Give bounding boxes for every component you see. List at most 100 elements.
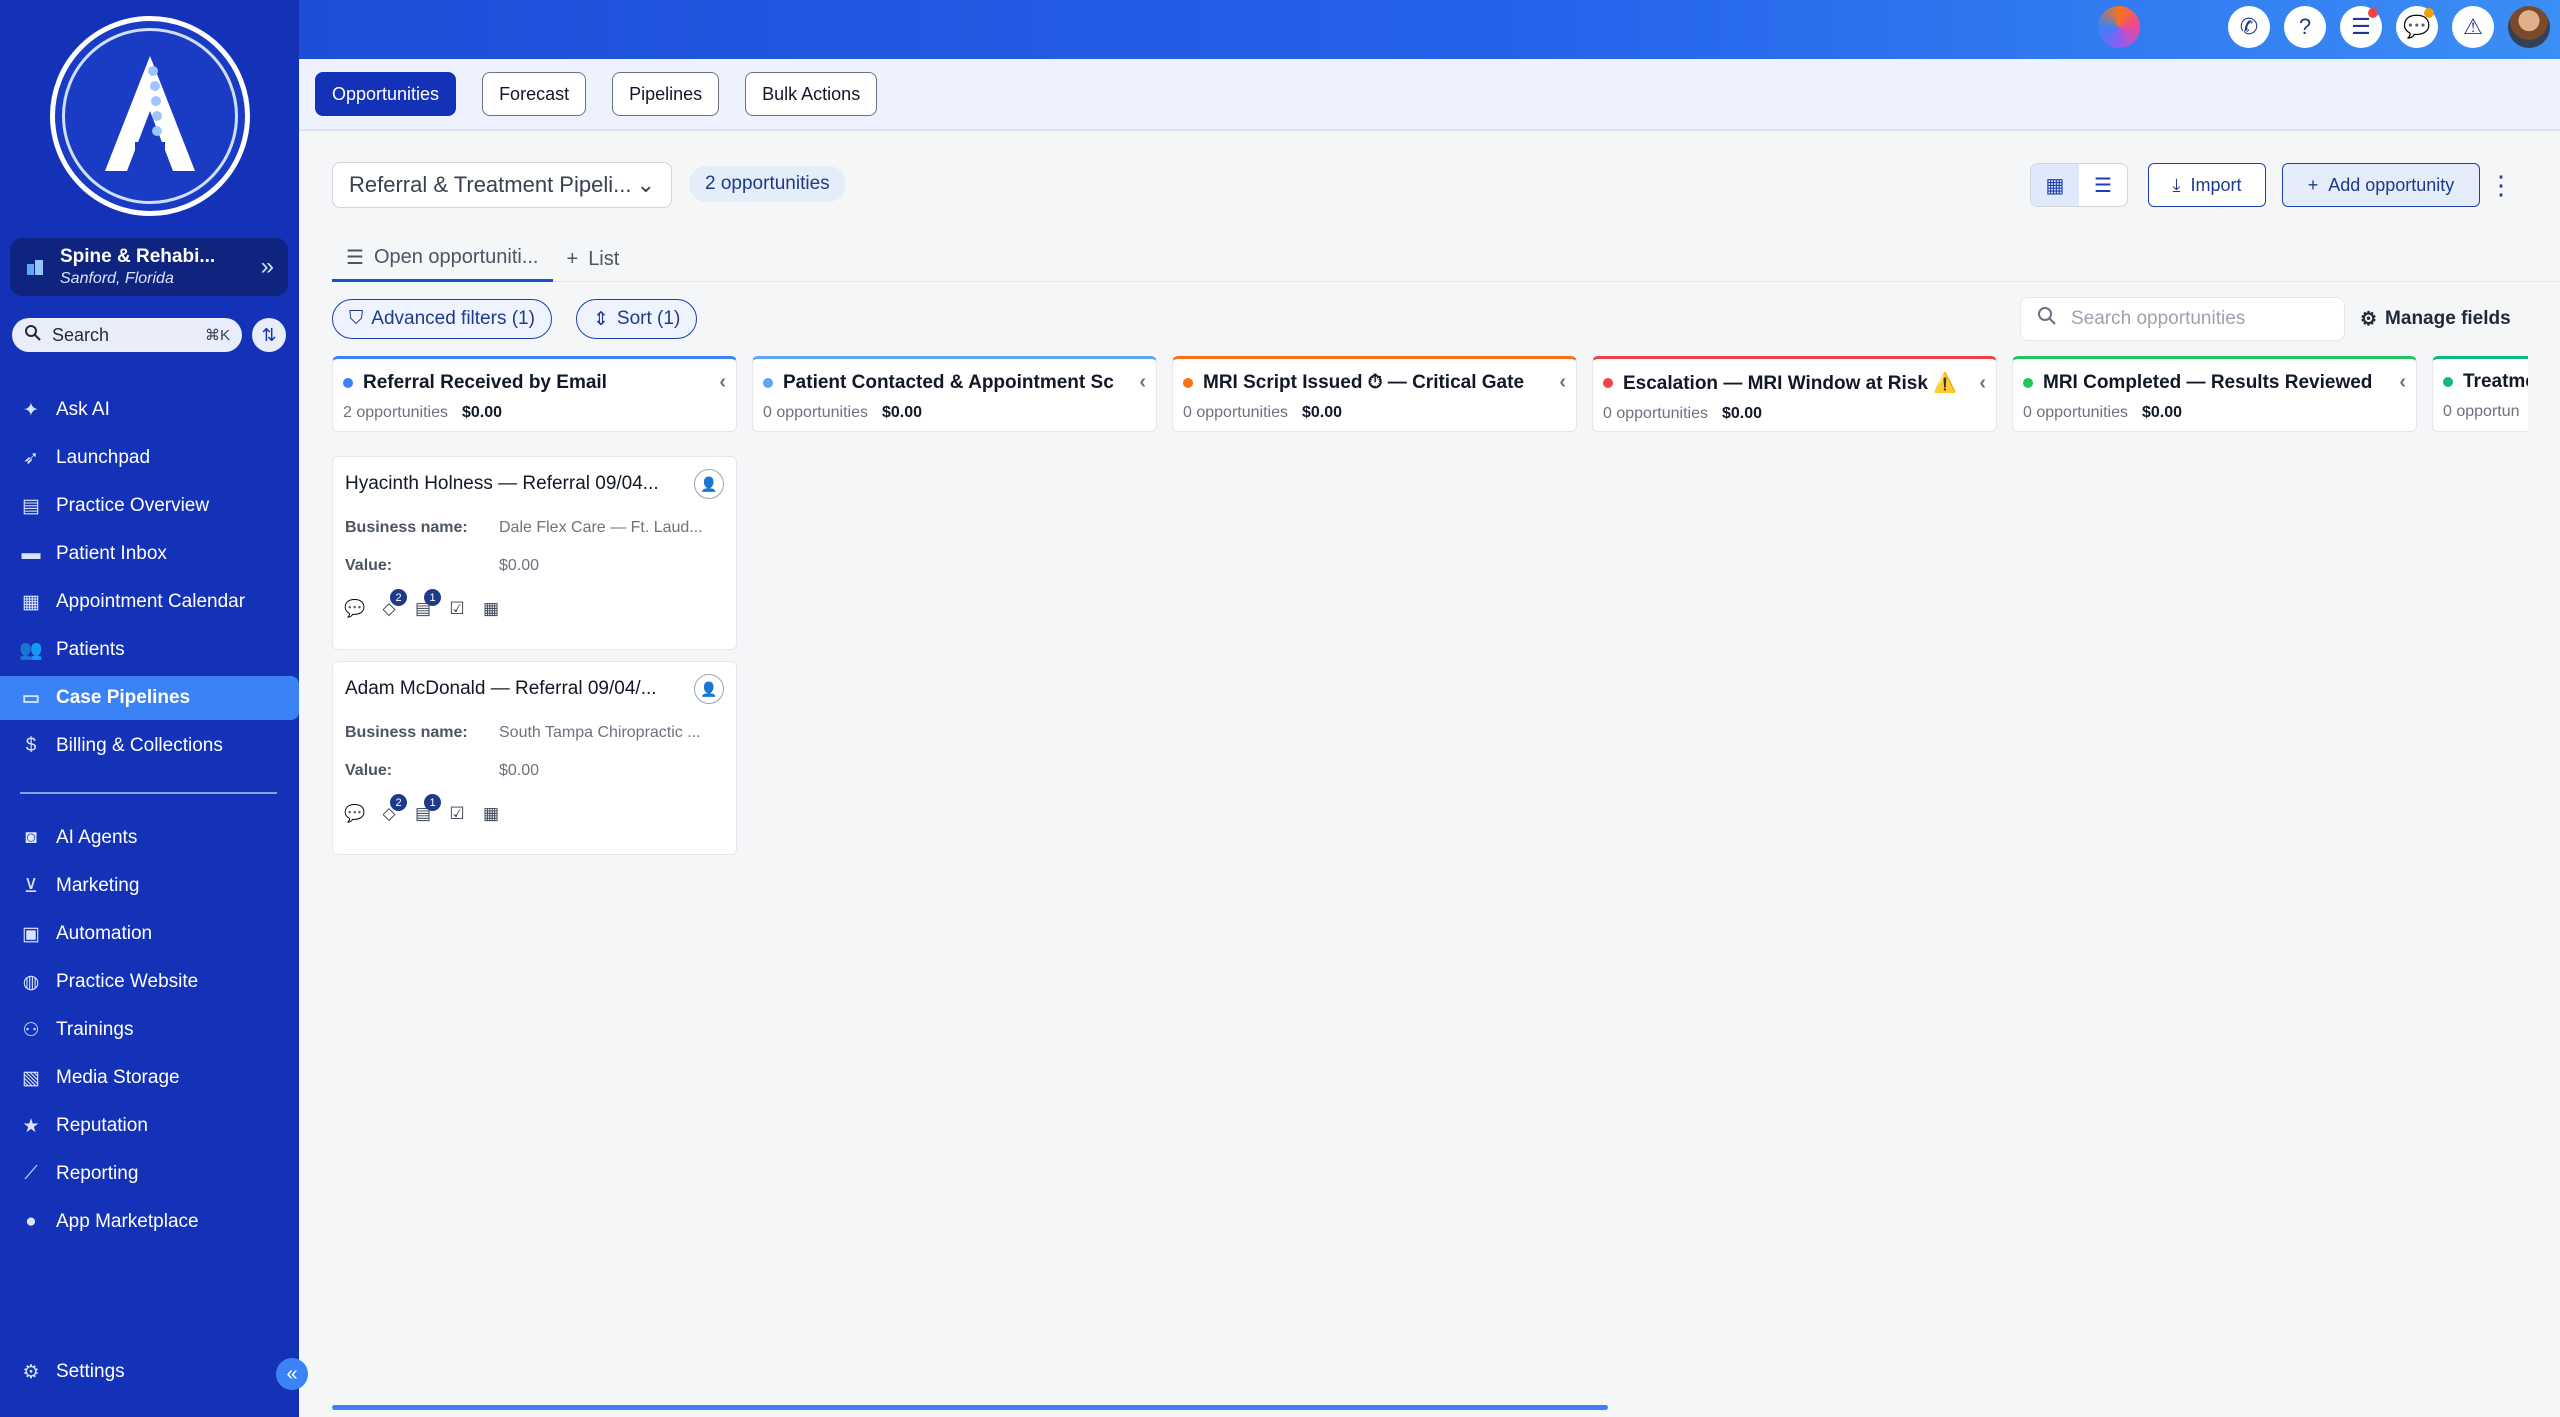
chevron-left-icon[interactable]: ‹ [1139, 371, 1146, 394]
sidebar-item-reporting[interactable]: ⟋ Reporting [0, 1152, 299, 1196]
sidebar-item-label: AI Agents [56, 827, 138, 848]
sidebar-item-billing[interactable]: $ Billing & Collections [0, 724, 299, 768]
gear-icon: ⚙ [22, 1361, 40, 1383]
sidebar-item-patient-inbox[interactable]: ▬ Patient Inbox [0, 532, 299, 576]
note-icon[interactable]: ▤ 1 [413, 794, 441, 824]
location-switcher[interactable]: Spine & Rehabi... Sanford, Florida » [10, 238, 288, 296]
app-switcher-icon[interactable] [2098, 6, 2140, 48]
messages-icon[interactable]: 💬 [2396, 6, 2438, 48]
sidebar-item-automation[interactable]: ▣ Automation [0, 912, 299, 956]
import-button[interactable]: ⤓ Import [2148, 163, 2266, 207]
task-icon[interactable]: ☑ [447, 599, 467, 619]
chevron-left-icon[interactable]: ‹ [719, 371, 726, 394]
tag-icon[interactable]: ◇ 2 [379, 794, 407, 824]
chevron-left-icon[interactable]: ‹ [2399, 371, 2406, 394]
tab-opportunities[interactable]: Opportunities [315, 72, 457, 116]
sidebar-item-settings[interactable]: ⚙ Settings [0, 1350, 299, 1394]
business-name-value: South Tampa Chiropractic ... [499, 724, 701, 741]
sidebar-item-label: Patient Inbox [56, 543, 167, 564]
tab-bulk-actions[interactable]: Bulk Actions [745, 72, 878, 116]
list-view-icon[interactable]: ☰ [2079, 164, 2127, 206]
column-value: $0.00 [881, 404, 923, 421]
add-opportunity-button[interactable]: + Add opportunity [2282, 163, 2480, 207]
sidebar-item-practice-website[interactable]: ◍ Practice Website [0, 960, 299, 1004]
note-count-badge: 1 [424, 794, 441, 811]
sort-label: Sort (1) [616, 308, 681, 329]
tab-forecast[interactable]: Forecast [482, 72, 587, 116]
column-header[interactable]: Escalation — MRI Window at Risk ⚠️ ‹ 0 op… [1592, 356, 1997, 432]
column-header[interactable]: MRI Completed — Results Reviewed ‹ 0 oppo… [2012, 356, 2417, 432]
comment-icon[interactable]: 💬 [344, 804, 365, 824]
task-icon[interactable]: ☑ [447, 804, 467, 824]
tag-icon[interactable]: ◇ 2 [379, 589, 407, 619]
column-header[interactable]: Referral Received by Email ‹ 2 opportunit… [332, 356, 737, 432]
sidebar-item-ai-agents[interactable]: ◙ AI Agents [0, 816, 299, 860]
calendar-icon[interactable]: ▦ [481, 804, 501, 824]
avatar[interactable] [2508, 6, 2550, 48]
tab-pipelines[interactable]: Pipelines [612, 72, 720, 116]
sidebar-item-media-storage[interactable]: ▧ Media Storage [0, 1056, 299, 1100]
column-header[interactable]: Patient Contacted & Appointment Sc ‹ 0 op… [752, 356, 1157, 432]
column-value: $0.00 [2141, 404, 2183, 421]
calendar-icon[interactable]: ▦ [481, 599, 501, 619]
manage-fields-button[interactable]: ⚙ Manage fields [2360, 299, 2511, 339]
column-value: $0.00 [1301, 404, 1343, 421]
chat-icon: ▬ [21, 543, 41, 564]
card-title: Adam McDonald — Referral 09/04/... [345, 678, 657, 699]
opportunity-card[interactable]: Adam McDonald — Referral 09/04/... 👤 Bus… [332, 661, 737, 855]
advanced-filters-button[interactable]: ⛉ Advanced filters (1) [332, 299, 552, 339]
tab-open-opportunities[interactable]: ☰ Open opportuniti... [332, 236, 553, 282]
sidebar-item-label: Reputation [56, 1115, 148, 1136]
alert-icon[interactable]: ⚠ [2452, 6, 2494, 48]
search-shortcut: ⌘K [204, 327, 230, 344]
sort-button[interactable]: ⇕ Sort (1) [576, 299, 698, 339]
note-icon[interactable]: ▤ 1 [413, 589, 441, 619]
sidebar-item-trainings[interactable]: ⚇ Trainings [0, 1008, 299, 1052]
sort-icon[interactable]: ⇅ [252, 318, 286, 352]
column-count: 0 opportunities [763, 404, 868, 421]
sidebar-item-marketing[interactable]: ⊻ Marketing [0, 864, 299, 908]
list-tabs: ☰ Open opportuniti... + List [332, 236, 2560, 282]
column-count: 0 opportun [2443, 403, 2520, 420]
assign-user-icon[interactable]: 👤 [694, 469, 724, 499]
horizontal-scrollbar[interactable] [332, 1405, 1608, 1410]
column-count: 0 opportunities [2023, 404, 2128, 421]
sidebar-item-ask-ai[interactable]: ✦ Ask AI [0, 388, 299, 432]
grid-view-icon[interactable]: ▦ [2031, 164, 2079, 206]
sidebar-item-appointment-calendar[interactable]: ▦ Appointment Calendar [0, 580, 299, 624]
pipeline-select[interactable]: Referral & Treatment Pipeli... ⌄ [332, 162, 672, 208]
note-count-badge: 1 [424, 589, 441, 606]
pipeline-icon: ▭ [22, 687, 40, 709]
more-options-icon[interactable]: ⋮ [2488, 163, 2514, 207]
sidebar-item-launchpad[interactable]: ➶ Launchpad [0, 436, 299, 480]
chevron-left-icon[interactable]: ‹ [1979, 372, 1986, 395]
add-list-tab[interactable]: + List [553, 236, 634, 282]
sidebar-item-app-marketplace[interactable]: ● App Marketplace [0, 1200, 299, 1244]
image-icon: ▧ [22, 1067, 40, 1089]
phone-icon[interactable]: ✆ [2228, 6, 2270, 48]
comment-icon[interactable]: 💬 [344, 599, 365, 619]
sidebar-item-case-pipelines[interactable]: ▭ Case Pipelines [0, 676, 299, 720]
collapse-sidebar-button[interactable]: « [276, 1358, 308, 1390]
search-icon [2037, 306, 2057, 332]
sparkle-icon: ✦ [23, 399, 39, 421]
sidebar-item-patients[interactable]: 👥 Patients [0, 628, 299, 672]
help-icon[interactable]: ? [2284, 6, 2326, 48]
value-amount: $0.00 [499, 557, 540, 574]
column-header[interactable]: MRI Script Issued ⏱ — Critical Gate ‹ 0 o… [1172, 356, 1577, 432]
sidebar-item-reputation[interactable]: ★ Reputation [0, 1104, 299, 1148]
business-name-label: Business name: [345, 519, 468, 536]
search-opportunities-input[interactable]: Search opportunities [2020, 297, 2345, 341]
chevron-left-icon[interactable]: ‹ [1559, 371, 1566, 394]
opportunity-card[interactable]: Hyacinth Holness — Referral 09/04... 👤 B… [332, 456, 737, 650]
chevron-down-icon: ⌄ [636, 172, 655, 197]
column-header[interactable]: Treatme 0 opportun [2432, 356, 2528, 432]
location-name: Spine & Rehabi... [60, 246, 216, 267]
sidebar-item-label: Appointment Calendar [56, 591, 246, 612]
assign-user-icon[interactable]: 👤 [694, 674, 724, 704]
sidebar-item-practice-overview[interactable]: ▤ Practice Overview [0, 484, 299, 528]
tasks-icon[interactable]: ☰ [2340, 6, 2382, 48]
column-title: Referral Received by Email [363, 371, 607, 393]
tab-label: List [588, 247, 620, 270]
sidebar-search[interactable]: Search ⌘K [12, 318, 242, 352]
